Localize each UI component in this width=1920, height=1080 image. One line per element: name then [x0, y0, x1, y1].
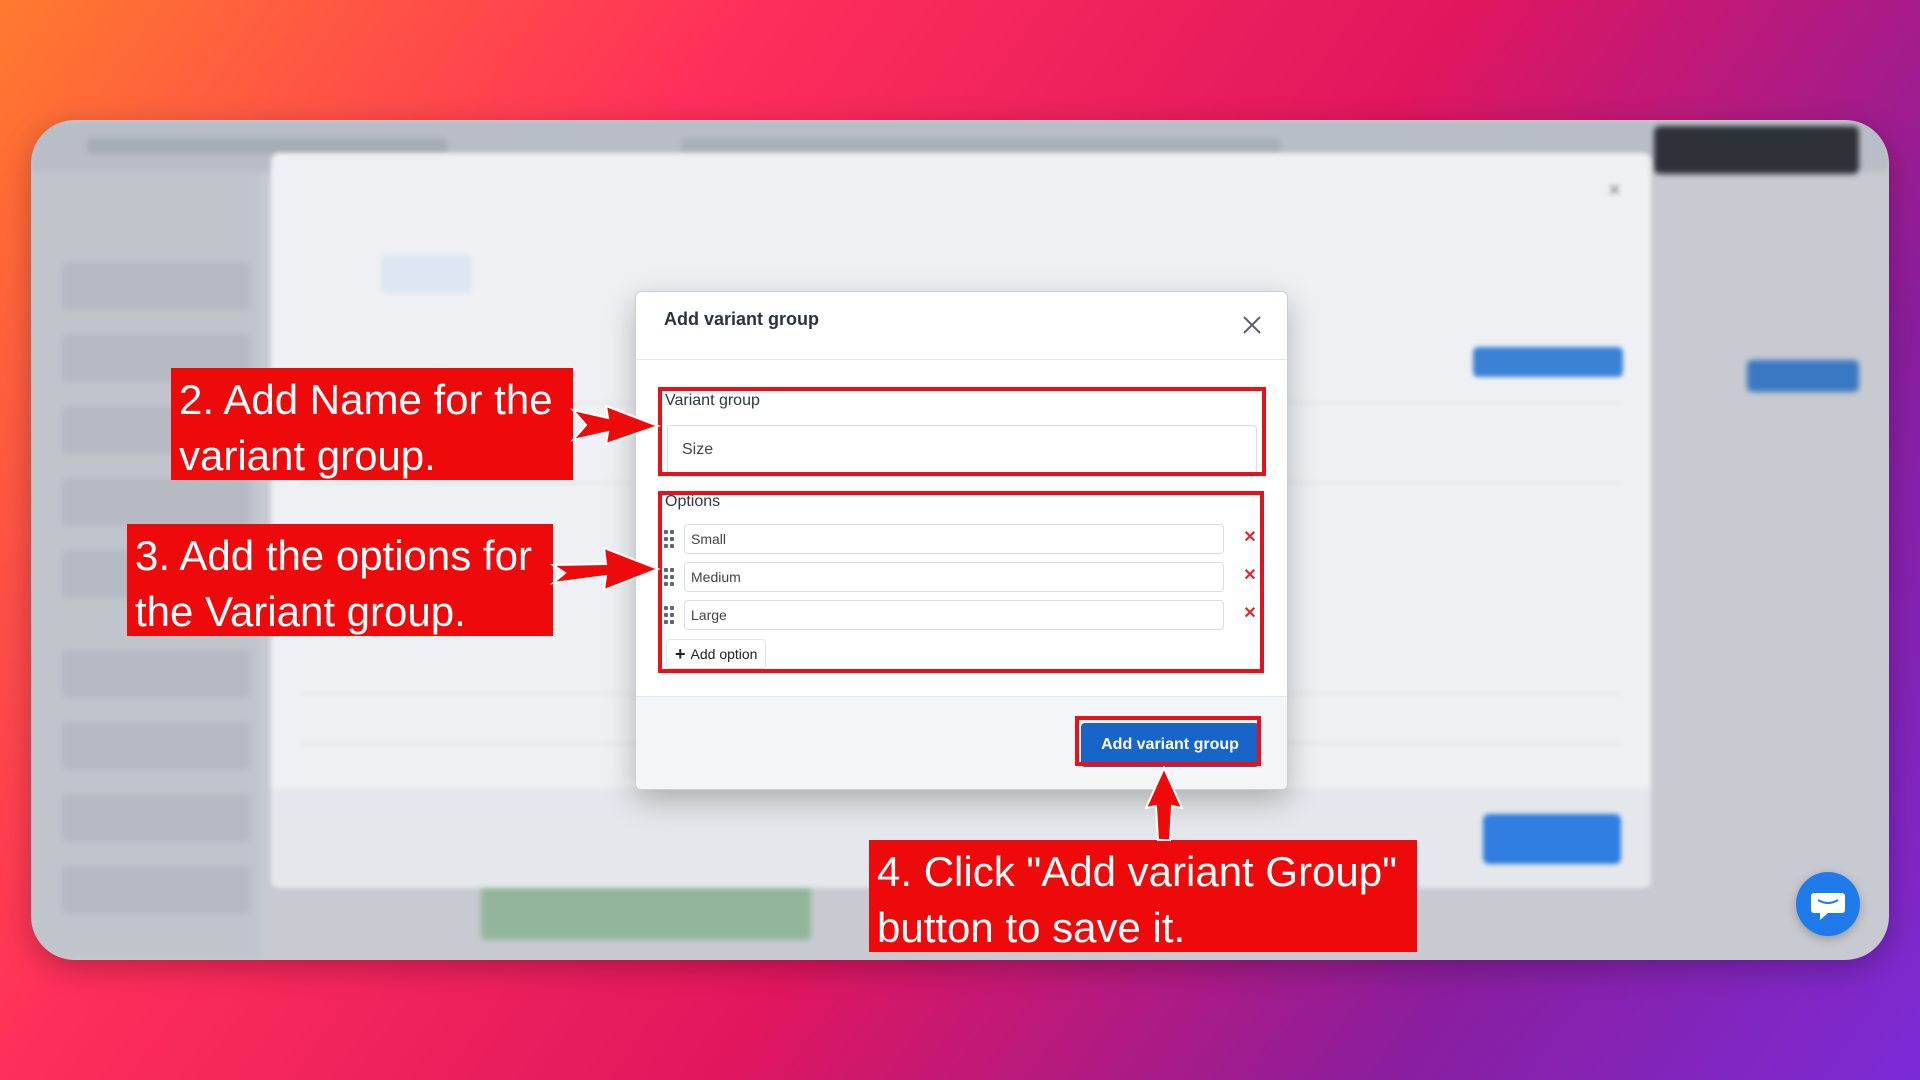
variant-group-input[interactable] — [667, 425, 1257, 475]
callout-step-4: 4. Click "Add variant Group" button to s… — [869, 840, 1417, 952]
publish-button[interactable] — [1654, 126, 1859, 174]
drag-handle-icon[interactable] — [664, 568, 676, 586]
callout-line: variant group. — [179, 432, 436, 479]
sidebar-item[interactable] — [61, 478, 251, 526]
option-row: ✕ — [664, 562, 1260, 592]
sidebar-item[interactable] — [61, 794, 251, 842]
plus-icon: + — [675, 644, 686, 664]
add-variant-group-button[interactable]: Add variant group — [1081, 723, 1259, 767]
close-icon[interactable]: × — [1608, 177, 1621, 203]
dialog-title: Add variant group — [664, 309, 820, 329]
sidebar-item[interactable] — [61, 722, 251, 770]
sidebar-item[interactable] — [61, 866, 251, 914]
canvas-preview — [481, 880, 811, 940]
option-input[interactable] — [684, 524, 1224, 554]
option-row: ✕ — [664, 524, 1260, 554]
breadcrumb — [87, 138, 447, 154]
drag-handle-icon[interactable] — [664, 606, 676, 624]
option-input[interactable] — [684, 600, 1224, 630]
remove-option-icon[interactable]: ✕ — [1240, 604, 1260, 624]
add-variant-group-button-bg[interactable] — [1473, 347, 1623, 377]
callout-step-2: 2. Add Name for the variant group. — [171, 368, 573, 480]
option-input[interactable] — [684, 562, 1224, 592]
chat-icon — [1811, 893, 1845, 920]
sidebar-item[interactable] — [61, 262, 251, 310]
drag-handle-icon[interactable] — [664, 530, 676, 548]
chat-button[interactable] — [1796, 872, 1860, 936]
add-option-button[interactable]: + Add option — [666, 639, 767, 669]
variant-group-label: Variant group — [665, 392, 760, 409]
top-tabs — [681, 138, 1281, 154]
remove-option-icon[interactable]: ✕ — [1240, 566, 1260, 586]
right-panel-button[interactable] — [1747, 360, 1859, 392]
add-product-button[interactable] — [1483, 814, 1621, 864]
option-row: ✕ — [664, 600, 1260, 630]
sidebar-item[interactable] — [61, 650, 251, 698]
add-option-label: Add option — [690, 646, 758, 662]
dialog-footer: Add variant group — [636, 696, 1287, 789]
close-icon[interactable] — [1239, 312, 1265, 338]
callout-line: button to save it. — [877, 904, 1186, 951]
add-variant-group-dialog: Add variant group Variant group Options … — [635, 291, 1288, 790]
callout-line: 3. Add the options for — [135, 532, 532, 579]
remove-option-icon[interactable]: ✕ — [1240, 528, 1260, 548]
options-label: Options — [665, 493, 721, 510]
callout-line: 4. Click "Add variant Group" — [877, 848, 1398, 895]
dialog-header: Add variant group — [636, 292, 1287, 360]
callout-step-3: 3. Add the options for the Variant group… — [127, 524, 553, 636]
callout-line: 2. Add Name for the — [179, 376, 553, 423]
tab-variants[interactable] — [381, 255, 471, 293]
callout-line: the Variant group. — [135, 588, 466, 635]
